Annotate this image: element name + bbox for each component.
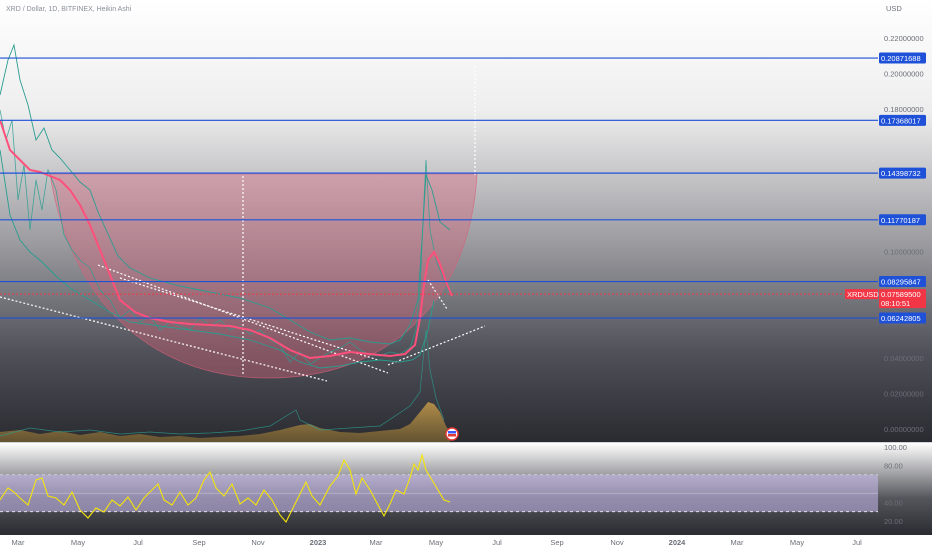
level-tag-label: 0.11770187 <box>881 216 920 225</box>
level-tag-label: 0.08295847 <box>881 278 921 287</box>
time-axis-label: Jul <box>852 538 862 547</box>
current-price-countdown: 08:10:51 <box>881 299 910 308</box>
time-axis-label: Mar <box>731 538 744 547</box>
time-axis-label: Mar <box>370 538 383 547</box>
current-price-value: 0.07589500 <box>881 290 921 299</box>
time-axis-label: May <box>790 538 804 547</box>
time-axis-label: May <box>429 538 443 547</box>
rsi-tick-label: 80.00 <box>884 462 903 471</box>
price-tick-label: 0.02000000 <box>884 389 924 398</box>
currency-label: USD <box>886 4 902 13</box>
time-axis-label: Nov <box>610 538 624 547</box>
rsi-tick-label: 20.00 <box>884 517 903 526</box>
time-axis-label: Sep <box>192 538 205 547</box>
chart-title: XRD / Dollar, 1D, BITFINEX, Heikin Ashi <box>6 6 132 13</box>
level-tag-label: 0.06242805 <box>881 314 921 323</box>
time-axis-label: Jul <box>492 538 502 547</box>
time-axis-label: Mar <box>12 538 25 547</box>
price-tick-label: 0.20000000 <box>884 70 924 79</box>
chart-canvas: XRD / Dollar, 1D, BITFINEX, Heikin Ashi … <box>0 0 932 550</box>
level-tag-label: 0.20871688 <box>881 54 921 63</box>
event-badge-icon[interactable] <box>445 427 459 441</box>
time-axis-label: 2024 <box>669 538 687 547</box>
time-axis-label: 2023 <box>310 538 327 547</box>
time-axis-label: Jul <box>133 538 143 547</box>
time-axis[interactable]: Mar May Jul Sep Nov 2023 Mar May Jul Sep Nov 2024 Ma… <box>12 538 863 547</box>
current-price-symbol: XRDUSD <box>847 290 879 299</box>
price-tick-label: 0.00000000 <box>884 425 924 434</box>
price-tick-label: 0.18000000 <box>884 105 924 114</box>
price-tick-label: 0.22000000 <box>884 34 924 43</box>
rsi-tick-label: 40.00 <box>884 499 903 508</box>
rsi-tick-label: 100.00 <box>884 443 907 452</box>
time-axis-label: Nov <box>251 538 265 547</box>
level-tag-label: 0.17368017 <box>881 116 921 125</box>
time-axis-label: Sep <box>550 538 563 547</box>
level-tag-label: 0.14398732 <box>881 169 921 178</box>
time-axis-label: May <box>71 538 85 547</box>
price-tick-label: 0.04000000 <box>884 354 924 363</box>
price-tick-label: 0.10000000 <box>884 247 924 256</box>
